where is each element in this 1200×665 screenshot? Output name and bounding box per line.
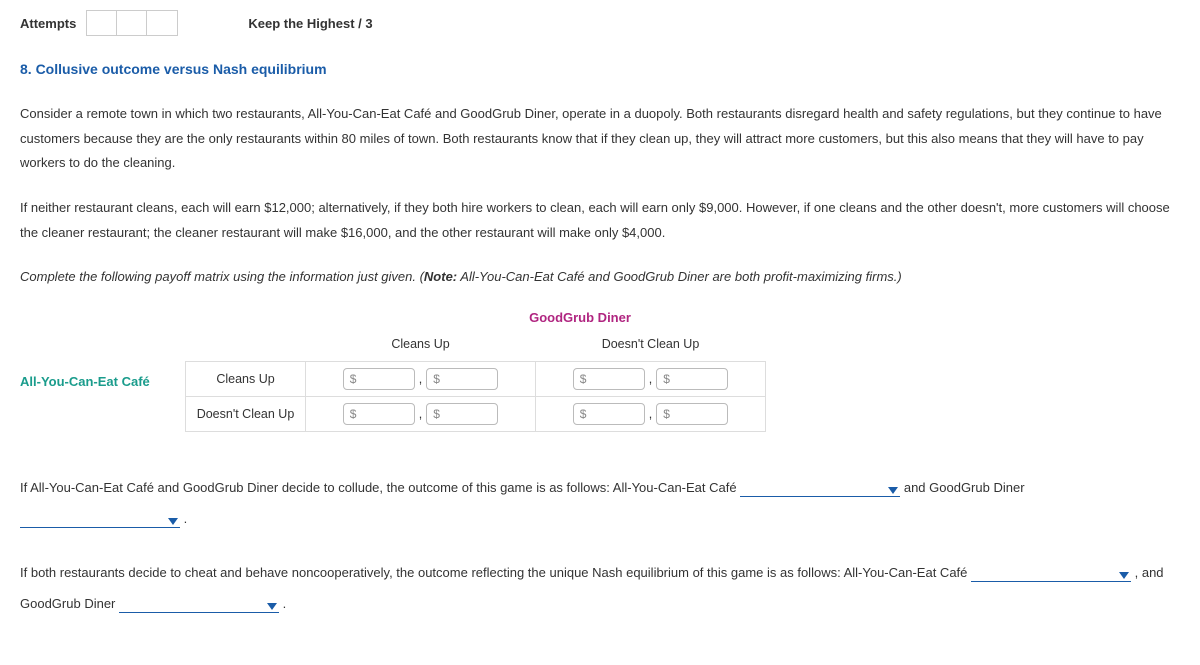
- payoff-input-r1c1a[interactable]: $: [343, 368, 415, 390]
- nash-dropdown-1[interactable]: [971, 564, 1131, 582]
- payoff-input-r1c2b[interactable]: $: [656, 368, 728, 390]
- nash-text-1: If both restaurants decide to cheat and …: [20, 565, 971, 580]
- collude-text-2: and GoodGrub Diner: [904, 480, 1025, 495]
- collude-dropdown-1[interactable]: [740, 479, 900, 497]
- attempt-box-3[interactable]: [147, 11, 177, 35]
- scenario-paragraph-1: Consider a remote town in which two rest…: [20, 102, 1180, 176]
- note-label: Note:: [424, 269, 457, 284]
- attempts-label: Attempts: [20, 16, 76, 31]
- collude-text-1: If All-You-Can-Eat Café and GoodGrub Din…: [20, 480, 740, 495]
- row-header-cleans: Cleans Up: [186, 362, 306, 397]
- nash-text-3: .: [283, 596, 287, 611]
- attempts-bar: Attempts Keep the Highest / 3: [20, 10, 1180, 36]
- instruction-paragraph: Complete the following payoff matrix usi…: [20, 265, 1180, 290]
- payoff-matrix: Cleans Up Doesn't Clean Up Cleans Up $ ,…: [185, 331, 766, 432]
- col-header-doesnt: Doesn't Clean Up: [536, 331, 766, 362]
- attempt-box-1[interactable]: [87, 11, 117, 35]
- column-player-label: GoodGrub Diner: [350, 310, 810, 325]
- note-text: All-You-Can-Eat Café and GoodGrub Diner …: [457, 269, 902, 284]
- chevron-down-icon: [1119, 572, 1129, 579]
- row-player-label: All-You-Can-Eat Café: [20, 374, 185, 389]
- attempt-box-2[interactable]: [117, 11, 147, 35]
- attempt-boxes: [86, 10, 178, 36]
- chevron-down-icon: [888, 487, 898, 494]
- row-header-doesnt: Doesn't Clean Up: [186, 397, 306, 432]
- payoff-input-r2c2a[interactable]: $: [573, 403, 645, 425]
- payoff-input-r2c1b[interactable]: $: [426, 403, 498, 425]
- payoff-input-r2c1a[interactable]: $: [343, 403, 415, 425]
- collude-text-3: .: [184, 511, 188, 526]
- question-title: 8. Collusive outcome versus Nash equilib…: [20, 61, 1180, 77]
- table-row: Cleans Up $ , $ $ , $: [186, 362, 766, 397]
- chevron-down-icon: [267, 603, 277, 610]
- instruction-pre: Complete the following payoff matrix usi…: [20, 269, 424, 284]
- keep-highest-label: Keep the Highest / 3: [248, 16, 372, 31]
- scenario-paragraph-2: If neither restaurant cleans, each will …: [20, 196, 1180, 245]
- table-row: Doesn't Clean Up $ , $ $ , $: [186, 397, 766, 432]
- payoff-input-r1c1b[interactable]: $: [426, 368, 498, 390]
- nash-dropdown-2[interactable]: [119, 595, 279, 613]
- payoff-input-r2c2b[interactable]: $: [656, 403, 728, 425]
- col-header-cleans: Cleans Up: [306, 331, 536, 362]
- payoff-matrix-section: GoodGrub Diner All-You-Can-Eat Café Clea…: [20, 310, 1180, 432]
- chevron-down-icon: [168, 518, 178, 525]
- nash-question: If both restaurants decide to cheat and …: [20, 557, 1180, 619]
- collude-dropdown-2[interactable]: [20, 510, 180, 528]
- payoff-input-r1c2a[interactable]: $: [573, 368, 645, 390]
- collude-question: If All-You-Can-Eat Café and GoodGrub Din…: [20, 472, 1180, 534]
